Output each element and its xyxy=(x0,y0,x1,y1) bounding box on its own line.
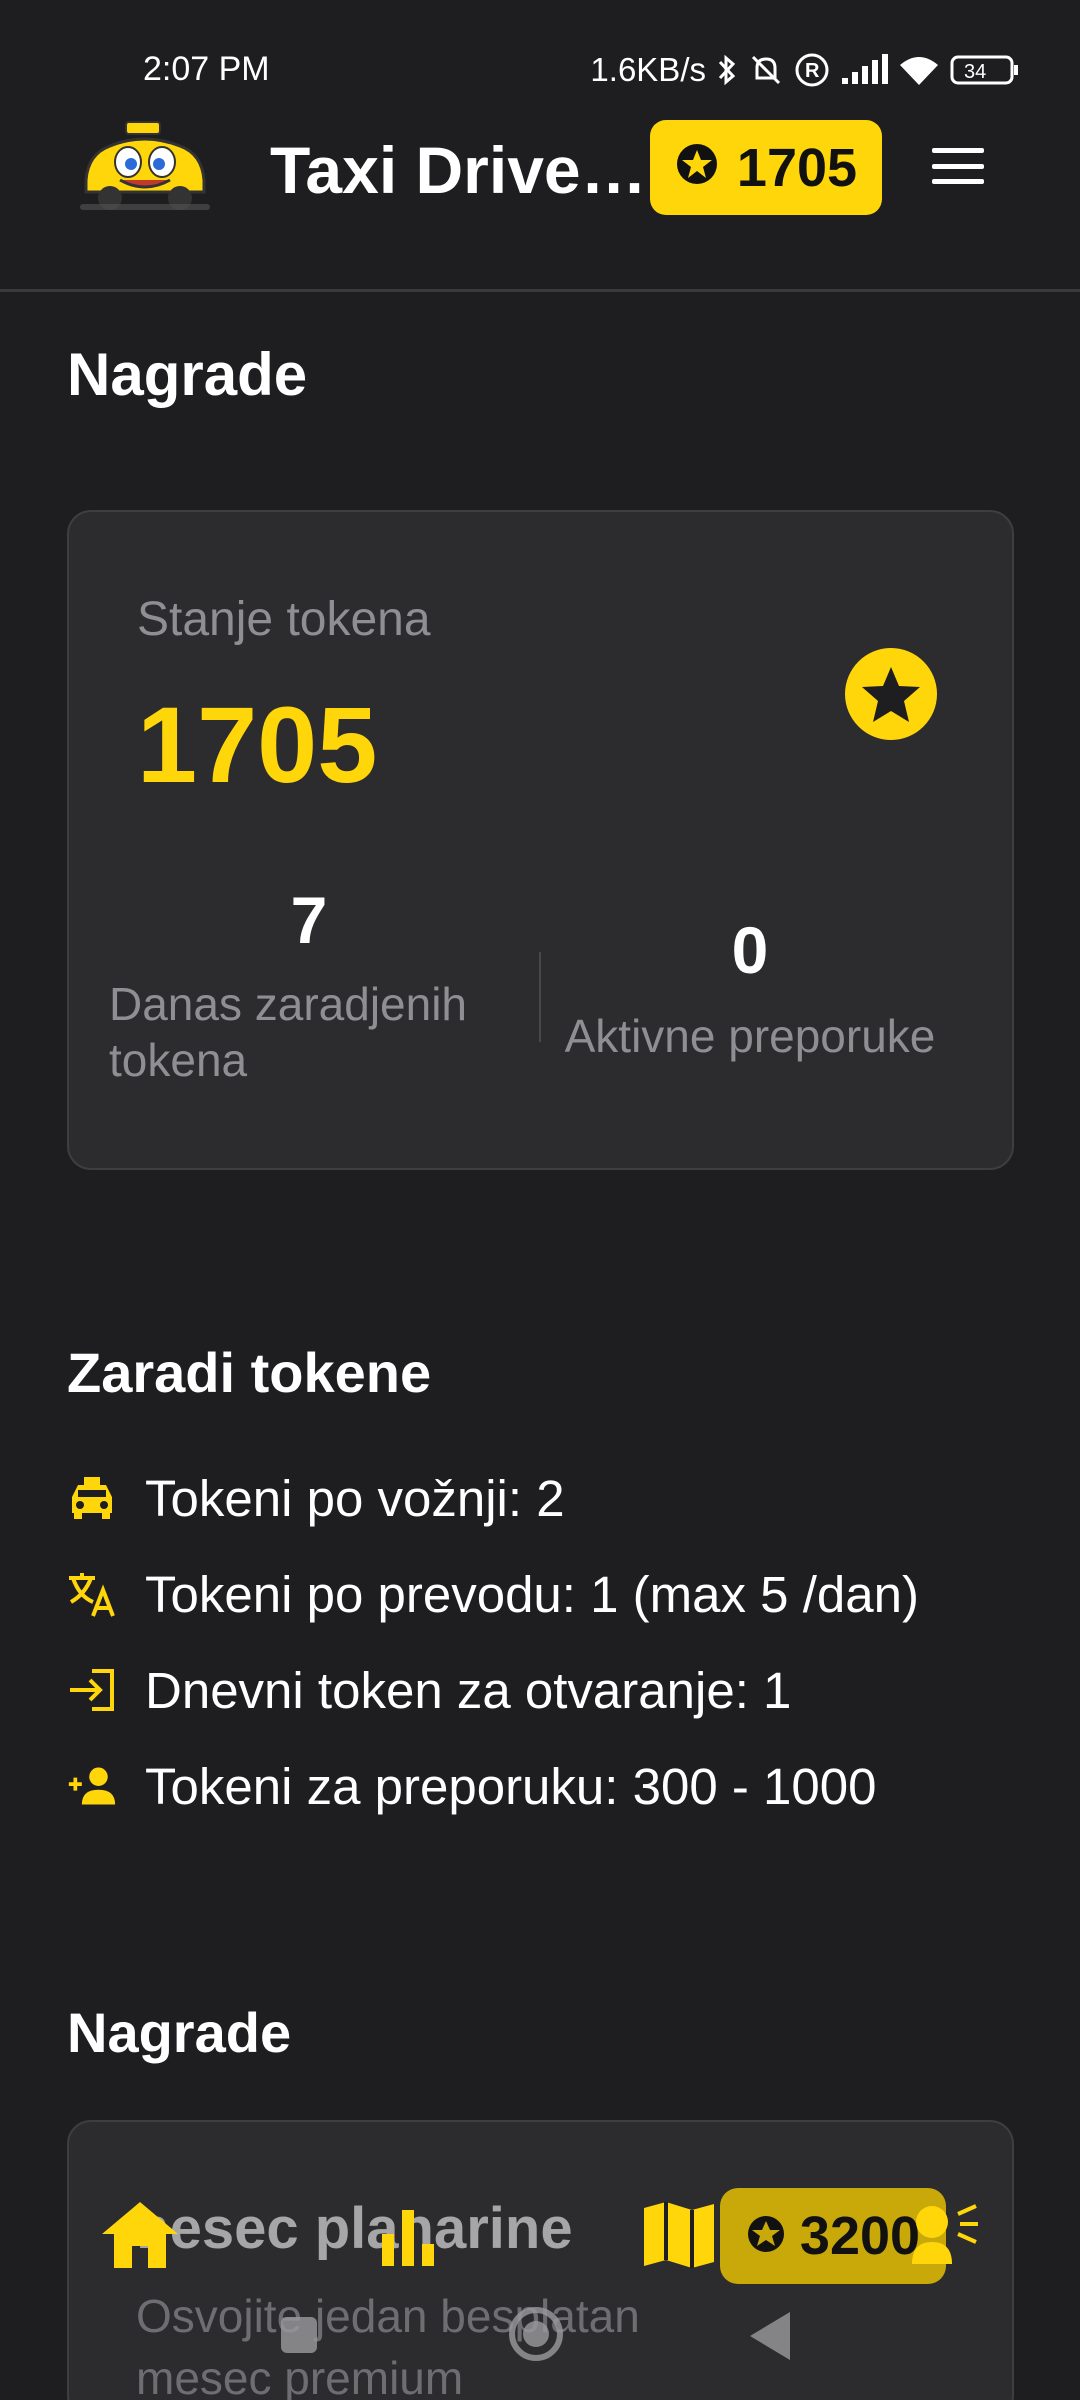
list-item: Tokeni za preporuku: 300 - 1000 xyxy=(67,1738,1027,1834)
registered-icon: R xyxy=(794,52,830,88)
token-balance-chip[interactable]: 1705 xyxy=(650,120,882,215)
page-title: Nagrade xyxy=(67,341,308,408)
earn-list: Tokeni po vožnji: 2 Tokeni po prevodu: 1… xyxy=(67,1450,1027,1834)
translate-icon xyxy=(67,1569,117,1619)
stat-divider xyxy=(539,952,541,1042)
network-speed: 1.6KB/s xyxy=(590,51,706,88)
recents-button-icon[interactable] xyxy=(278,2314,320,2361)
stats-icon[interactable] xyxy=(378,2204,438,2273)
stat-label: Danas zaradjenih tokena xyxy=(109,976,509,1088)
list-item-text: Dnevni token za otvaranje: 1 xyxy=(145,1661,792,1719)
svg-text:R: R xyxy=(805,60,820,82)
list-item-text: Tokeni po prevodu: 1 (max 5 /dan) xyxy=(145,1565,919,1623)
stat-value: 7 xyxy=(290,883,328,957)
signal-icon xyxy=(840,54,888,86)
map-icon[interactable] xyxy=(642,2200,716,2275)
back-button-icon[interactable] xyxy=(748,2310,792,2367)
list-item: Tokeni po vožnji: 2 xyxy=(67,1450,1027,1546)
taxi-icon xyxy=(67,1473,117,1523)
battery-icon: 34 xyxy=(950,53,1020,87)
battery-level: 34 xyxy=(964,61,986,83)
list-item: Tokeni po prevodu: 1 (max 5 /dan) xyxy=(67,1546,1027,1642)
stat-label-line: tokena xyxy=(109,1034,248,1086)
stat-label: Aktivne preporuke xyxy=(564,1010,936,1062)
bottom-nav xyxy=(0,2180,1080,2300)
token-balance-value: 1705 xyxy=(736,137,858,198)
stat-active-referrals: 0 Aktivne preporuke xyxy=(545,912,955,1064)
wifi-icon xyxy=(898,53,940,87)
balance-value: 1705 xyxy=(137,684,378,805)
home-icon[interactable] xyxy=(100,2200,180,2275)
system-nav-bar xyxy=(0,2290,1080,2380)
menu-icon[interactable] xyxy=(930,140,986,192)
stat-today-earned: 7 Danas zaradjenih tokena xyxy=(109,882,509,1088)
speak-icon[interactable] xyxy=(910,2202,980,2271)
star-circle-icon xyxy=(675,137,719,199)
list-item-text: Tokeni po vožnji: 2 xyxy=(145,1469,565,1527)
status-time: 2:07 PM xyxy=(143,50,270,88)
balance-card: Stanje tokena 1705 7 Danas zaradjenih to… xyxy=(67,510,1014,1170)
bell-off-icon xyxy=(748,52,784,88)
list-item-text: Tokeni za preporuku: 300 - 1000 xyxy=(145,1757,877,1815)
bluetooth-icon xyxy=(716,52,738,88)
person-add-icon xyxy=(67,1761,117,1811)
taxi-mascot-logo[interactable] xyxy=(76,118,214,214)
stat-value: 0 xyxy=(731,913,769,987)
list-item: Dnevni token za otvaranje: 1 xyxy=(67,1642,1027,1738)
app-header: Taxi Driver... 1705 xyxy=(0,100,1080,292)
app-title: Taxi Driver... xyxy=(270,133,650,207)
status-icons: 1.6KB/s R 34 xyxy=(590,48,1020,92)
star-circle-icon xyxy=(844,647,938,741)
stat-label-line: Danas zaradjenih xyxy=(109,978,468,1030)
home-button-icon[interactable] xyxy=(508,2306,564,2367)
login-icon xyxy=(67,1665,117,1715)
balance-label: Stanje tokena xyxy=(137,593,431,646)
rewards-title: Nagrade xyxy=(67,2001,292,2064)
earn-title: Zaradi tokene xyxy=(67,1341,432,1404)
